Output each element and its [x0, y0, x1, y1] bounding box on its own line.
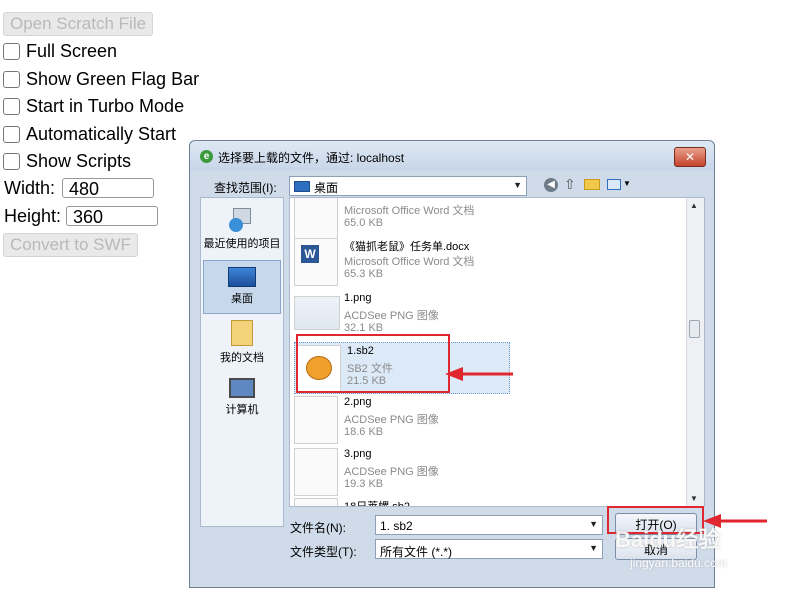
- watermark-url: jingyan.baidu.com: [630, 556, 727, 570]
- desktop-small-icon: [294, 181, 310, 192]
- file-name: 18日莱螺.sb2: [344, 501, 411, 507]
- place-computer[interactable]: 计算机: [203, 378, 281, 417]
- green-flag-bar-option[interactable]: Show Green Flag Bar: [3, 68, 199, 90]
- dialog-titlebar: e 选择要上载的文件，通过: localhost ✕: [190, 141, 714, 171]
- file-size: 65.3 KB: [344, 268, 384, 280]
- place-desktop[interactable]: 桌面: [203, 260, 281, 314]
- file-type: ACDSee PNG 图像: [344, 310, 439, 322]
- height-input[interactable]: 360: [66, 206, 158, 227]
- up-folder-icon[interactable]: ⇧: [564, 176, 576, 193]
- green-flag-bar-checkbox[interactable]: [3, 70, 20, 88]
- place-documents[interactable]: 我的文档: [203, 320, 281, 365]
- file-size: 19.3 KB: [344, 478, 384, 490]
- width-input[interactable]: 480: [62, 178, 154, 199]
- place-documents-label: 我的文档: [220, 352, 264, 364]
- turbo-mode-option[interactable]: Start in Turbo Mode: [3, 95, 184, 117]
- auto-start-option[interactable]: Automatically Start: [3, 123, 176, 145]
- filename-label: 文件名(N):: [290, 521, 346, 535]
- ie-icon: e: [200, 150, 213, 163]
- chevron-down-icon[interactable]: ▼: [589, 543, 598, 553]
- file-item[interactable]: W 《猫抓老鼠》任务单.docx Microsoft Office Word 文…: [292, 236, 672, 288]
- lookin-select[interactable]: 桌面 ▼: [289, 176, 527, 196]
- computer-icon: [229, 378, 255, 398]
- documents-folder-icon: [231, 320, 253, 346]
- scroll-up-icon[interactable]: ▲: [690, 201, 698, 210]
- png-image-icon: [294, 296, 340, 330]
- file-size: 32.1 KB: [344, 322, 384, 334]
- dialog-title: 选择要上载的文件，通过: localhost: [218, 151, 405, 165]
- filename-value: 1. sb2: [380, 519, 413, 533]
- turbo-mode-checkbox[interactable]: [3, 97, 20, 115]
- word-document-icon: W: [294, 238, 338, 286]
- view-menu-icon[interactable]: [607, 179, 621, 190]
- file-list-scrollbar[interactable]: ▲ ▼: [686, 198, 704, 506]
- show-scripts-label: Show Scripts: [26, 150, 132, 171]
- png-image-icon: [294, 448, 338, 496]
- file-type: ACDSee PNG 图像: [344, 414, 439, 426]
- arrow-annotation-icon: [445, 367, 513, 381]
- scratch-file-icon: [294, 498, 338, 506]
- file-type: Microsoft Office Word 文档: [344, 205, 475, 217]
- convert-to-swf-button[interactable]: Convert to SWF: [3, 233, 138, 257]
- file-size: 18.6 KB: [344, 426, 384, 438]
- show-scripts-checkbox[interactable]: [3, 152, 20, 170]
- place-recent[interactable]: 最近使用的项目: [203, 208, 281, 251]
- recent-items-icon: [229, 208, 255, 232]
- lookin-value: 桌面: [314, 181, 339, 195]
- desktop-icon: [228, 267, 256, 287]
- file-name: 3.png: [344, 448, 372, 460]
- file-type: Microsoft Office Word 文档: [344, 256, 475, 268]
- new-folder-icon[interactable]: [584, 179, 600, 190]
- file-type: ACDSee PNG 图像: [344, 466, 439, 478]
- selected-file-highlight: [296, 334, 450, 393]
- close-button[interactable]: ✕: [674, 147, 706, 167]
- turbo-mode-label: Start in Turbo Mode: [26, 95, 185, 116]
- file-size: 65.0 KB: [344, 217, 384, 229]
- show-scripts-option[interactable]: Show Scripts: [3, 150, 131, 172]
- scroll-thumb[interactable]: [689, 320, 700, 338]
- lookin-label: 查找范围(I):: [214, 181, 277, 195]
- filetype-label: 文件类型(T):: [290, 545, 357, 559]
- png-image-icon: [294, 396, 338, 444]
- view-menu-chevron-icon[interactable]: ▼: [623, 179, 631, 188]
- full-screen-checkbox[interactable]: [3, 42, 20, 60]
- scroll-down-icon[interactable]: ▼: [690, 494, 698, 503]
- places-bar: 最近使用的项目 桌面 我的文档 计算机: [200, 197, 284, 527]
- auto-start-label: Automatically Start: [26, 123, 177, 144]
- place-computer-label: 计算机: [225, 404, 259, 416]
- height-label: Height:: [4, 206, 62, 226]
- file-name: 1.png: [344, 292, 372, 304]
- watermark-brand: Baidu经验: [615, 527, 721, 552]
- place-recent-label: 最近使用的项目: [203, 238, 281, 250]
- full-screen-label: Full Screen: [26, 40, 118, 61]
- file-name: 2.png: [344, 396, 372, 408]
- file-item[interactable]: 3.png ACDSee PNG 图像 19.3 KB: [292, 446, 672, 498]
- auto-start-checkbox[interactable]: [3, 125, 20, 143]
- file-name: 《猫抓老鼠》任务单.docx: [344, 241, 470, 253]
- filename-input[interactable]: 1. sb2 ▼: [375, 515, 603, 535]
- full-screen-option[interactable]: Full Screen: [3, 40, 117, 62]
- back-icon[interactable]: ◀: [544, 178, 558, 192]
- place-desktop-label: 桌面: [231, 293, 253, 305]
- file-item[interactable]: 2.png ACDSee PNG 图像 18.6 KB: [292, 394, 672, 446]
- green-flag-bar-label: Show Green Flag Bar: [26, 68, 200, 89]
- filetype-value: 所有文件 (*.*): [380, 545, 453, 559]
- filetype-select[interactable]: 所有文件 (*.*) ▼: [375, 539, 603, 559]
- open-scratch-file-button[interactable]: Open Scratch File: [3, 12, 154, 36]
- chevron-down-icon: ▼: [513, 180, 522, 190]
- chevron-down-icon[interactable]: ▼: [589, 519, 598, 529]
- width-label: Width:: [4, 178, 56, 198]
